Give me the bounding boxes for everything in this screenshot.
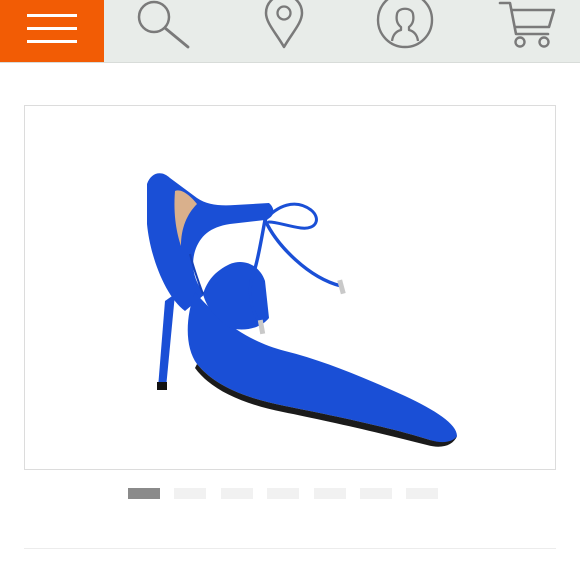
carousel-dot[interactable] xyxy=(406,488,438,499)
blue-pump-shoe-image xyxy=(147,173,458,447)
search-icon xyxy=(137,0,190,49)
section-divider xyxy=(24,548,556,549)
location-pin-icon xyxy=(264,0,304,49)
account-button[interactable] xyxy=(376,0,434,50)
carousel-dot[interactable] xyxy=(221,488,253,499)
carousel-dot[interactable] xyxy=(174,488,206,499)
search-button[interactable] xyxy=(132,0,194,50)
carousel-dot[interactable] xyxy=(267,488,299,499)
product-image-gallery[interactable] xyxy=(24,105,556,470)
carousel-dot[interactable] xyxy=(314,488,346,499)
carousel-dot[interactable] xyxy=(360,488,392,499)
hamburger-menu-icon-line xyxy=(27,27,77,30)
hamburger-menu-icon-line xyxy=(27,40,77,43)
top-navigation-bar xyxy=(0,0,580,63)
hamburger-menu-icon xyxy=(27,14,77,17)
account-icon xyxy=(376,0,434,49)
carousel-dot[interactable] xyxy=(128,488,160,499)
menu-button[interactable] xyxy=(0,0,104,62)
carousel-indicators xyxy=(0,488,580,499)
shopping-cart-icon xyxy=(498,1,556,48)
store-locator-button[interactable] xyxy=(262,0,306,50)
cart-button[interactable] xyxy=(498,0,558,50)
